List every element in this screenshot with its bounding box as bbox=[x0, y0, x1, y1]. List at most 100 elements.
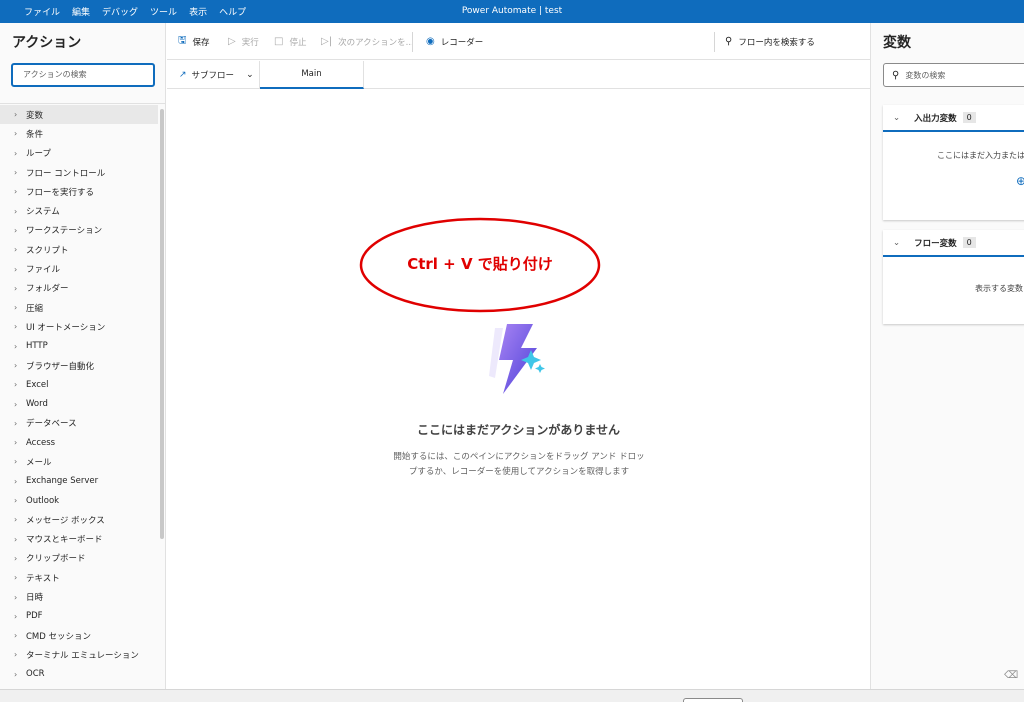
menu-file[interactable]: ファイル bbox=[24, 5, 60, 18]
tab-main[interactable]: Main bbox=[260, 61, 364, 89]
action-category-item[interactable]: › ファイル bbox=[0, 259, 158, 278]
tab-row: ↗ サブフロー ⌄ Main bbox=[167, 61, 870, 89]
eraser-icon[interactable]: ⌫ bbox=[1004, 670, 1018, 681]
action-category-item[interactable]: › 日時 bbox=[0, 587, 158, 606]
action-category-item[interactable]: › 変数 bbox=[0, 105, 158, 125]
recorder-label: レコーダー bbox=[440, 37, 484, 48]
subflow-dropdown[interactable]: ↗ サブフロー ⌄ bbox=[167, 61, 260, 89]
action-category-label: Outlook bbox=[26, 495, 60, 506]
actions-scrollbar[interactable] bbox=[160, 109, 164, 539]
chevron-right-icon: › bbox=[14, 631, 18, 641]
chevron-down-icon: ⌄ bbox=[246, 70, 254, 80]
action-category-item[interactable]: › Exchange Server bbox=[0, 472, 158, 491]
action-category-item[interactable]: › Outlook bbox=[0, 491, 158, 510]
stop-label: 停止 bbox=[289, 37, 307, 48]
record-icon: ◉ bbox=[426, 36, 435, 47]
menu-help[interactable]: ヘルプ bbox=[219, 5, 246, 18]
action-category-item[interactable]: › システム bbox=[0, 201, 158, 220]
action-category-item[interactable]: › 条件 bbox=[0, 124, 158, 143]
action-category-item[interactable]: › UI オートメーション bbox=[0, 317, 158, 336]
action-category-item[interactable]: › スクリプト bbox=[0, 240, 158, 259]
empty-state-line: 開始するには、このペインにアクションをドラッグ アンド ドロッ bbox=[393, 452, 645, 462]
action-category-item[interactable]: › クリップボード bbox=[0, 549, 158, 568]
action-category-label: スクリプト bbox=[26, 245, 69, 256]
status-toggle[interactable] bbox=[683, 698, 743, 702]
action-category-label: 日時 bbox=[26, 593, 44, 604]
next-action-button[interactable]: ▷| 次のアクションを... bbox=[321, 23, 414, 60]
annotation-text: Ctrl + V で貼り付け bbox=[407, 255, 553, 273]
stop-icon: □ bbox=[274, 36, 284, 47]
action-category-item[interactable]: › Access bbox=[0, 433, 158, 452]
variables-search-input[interactable]: ⚲ 変数の検索 bbox=[883, 63, 1024, 87]
action-category-item[interactable]: › Word bbox=[0, 394, 158, 413]
action-category-item[interactable]: › ターミナル エミュレーション bbox=[0, 645, 158, 664]
action-category-label: 圧縮 bbox=[26, 303, 44, 314]
chevron-right-icon: › bbox=[14, 245, 18, 255]
flow-search-input[interactable]: ⚲ フロー内を検索する bbox=[725, 23, 815, 60]
empty-state-description: 開始するには、このペインにアクションをドラッグ アンド ドロッ プするか、レコー… bbox=[392, 450, 646, 480]
flow-variables-section: ⌄ フロー変数 0 表示する変数 bbox=[883, 230, 1024, 324]
action-category-item[interactable]: › 圧縮 bbox=[0, 298, 158, 317]
menu-tools[interactable]: ツール bbox=[150, 5, 177, 18]
flow-variables-label: フロー変数 bbox=[914, 238, 957, 249]
action-category-label: Exchange Server bbox=[26, 476, 99, 487]
action-category-label: ループ bbox=[26, 149, 51, 160]
io-variables-header[interactable]: ⌄ 入出力変数 0 bbox=[883, 105, 1024, 132]
action-category-item[interactable]: › PDF bbox=[0, 607, 158, 626]
action-category-item[interactable]: › データベース bbox=[0, 414, 158, 433]
action-category-item[interactable]: › Excel bbox=[0, 375, 158, 394]
action-category-item[interactable]: › HTTP bbox=[0, 337, 158, 356]
actions-search-input[interactable]: アクションの検索 bbox=[11, 63, 155, 87]
save-label: 保存 bbox=[192, 37, 210, 48]
action-category-item[interactable]: › OCR bbox=[0, 665, 158, 684]
divider bbox=[0, 103, 165, 104]
action-category-label: ファイル bbox=[26, 265, 61, 276]
action-category-item[interactable]: › ループ bbox=[0, 144, 158, 163]
action-category-label: データベース bbox=[26, 419, 77, 430]
chevron-right-icon: › bbox=[14, 187, 18, 197]
io-variables-count: 0 bbox=[962, 112, 976, 123]
menu-edit[interactable]: 編集 bbox=[72, 5, 90, 18]
run-button[interactable]: ▷ 実行 bbox=[228, 23, 259, 60]
add-variable-icon[interactable]: ⊕ bbox=[1016, 174, 1024, 188]
chevron-right-icon: › bbox=[14, 611, 18, 621]
chevron-right-icon: › bbox=[14, 573, 18, 583]
action-category-item[interactable]: › メール bbox=[0, 452, 158, 471]
action-category-item[interactable]: › CMD セッション bbox=[0, 626, 158, 645]
recorder-button[interactable]: ◉ レコーダー bbox=[426, 23, 483, 60]
flow-variables-header[interactable]: ⌄ フロー変数 0 bbox=[883, 230, 1024, 257]
action-category-item[interactable]: › テキスト bbox=[0, 568, 158, 587]
action-category-item[interactable]: › フローを実行する bbox=[0, 182, 158, 201]
chevron-right-icon: › bbox=[14, 669, 18, 679]
action-category-label: 条件 bbox=[26, 129, 44, 140]
chevron-right-icon: › bbox=[14, 110, 18, 120]
actions-pane: アクション アクションの検索 › 変数 › 条件 › ループ › フロー コントロール › フロー… bbox=[0, 23, 166, 689]
search-icon: ⚲ bbox=[892, 69, 900, 81]
menu-view[interactable]: 表示 bbox=[189, 5, 207, 18]
action-category-item[interactable]: › ワークステーション bbox=[0, 221, 158, 240]
flow-variables-count: 0 bbox=[962, 237, 976, 248]
menu-debug[interactable]: デバッグ bbox=[102, 5, 138, 18]
title-bar: ファイル 編集 デバッグ ツール 表示 ヘルプ Power Automate |… bbox=[0, 0, 1024, 23]
flow-search-placeholder: フロー内を検索する bbox=[738, 37, 815, 48]
action-category-label: OCR bbox=[26, 669, 45, 680]
stop-button[interactable]: □ 停止 bbox=[274, 23, 306, 60]
action-category-item[interactable]: › メッセージ ボックス bbox=[0, 510, 158, 529]
flow-variables-empty-text: 表示する変数 bbox=[975, 284, 1023, 293]
action-category-item[interactable]: › フォルダー bbox=[0, 279, 158, 298]
chevron-down-icon: ⌄ bbox=[893, 237, 901, 248]
chevron-right-icon: › bbox=[14, 592, 18, 602]
action-category-item[interactable]: › フロー コントロール bbox=[0, 163, 158, 182]
chevron-right-icon: › bbox=[14, 303, 18, 313]
action-category-item[interactable]: › ブラウザー自動化 bbox=[0, 356, 158, 375]
chevron-right-icon: › bbox=[14, 322, 18, 332]
chevron-right-icon: › bbox=[14, 553, 18, 563]
chevron-right-icon: › bbox=[14, 380, 18, 390]
menu-bar: ファイル 編集 デバッグ ツール 表示 ヘルプ bbox=[18, 0, 252, 23]
action-category-item[interactable]: › マウスとキーボード bbox=[0, 530, 158, 549]
empty-state-title: ここにはまだアクションがありません bbox=[416, 423, 621, 437]
action-category-label: マウスとキーボード bbox=[26, 535, 103, 546]
action-category-label: Access bbox=[26, 437, 56, 448]
chevron-right-icon: › bbox=[14, 225, 18, 235]
save-button[interactable]: 🖫 保存 bbox=[178, 23, 210, 60]
